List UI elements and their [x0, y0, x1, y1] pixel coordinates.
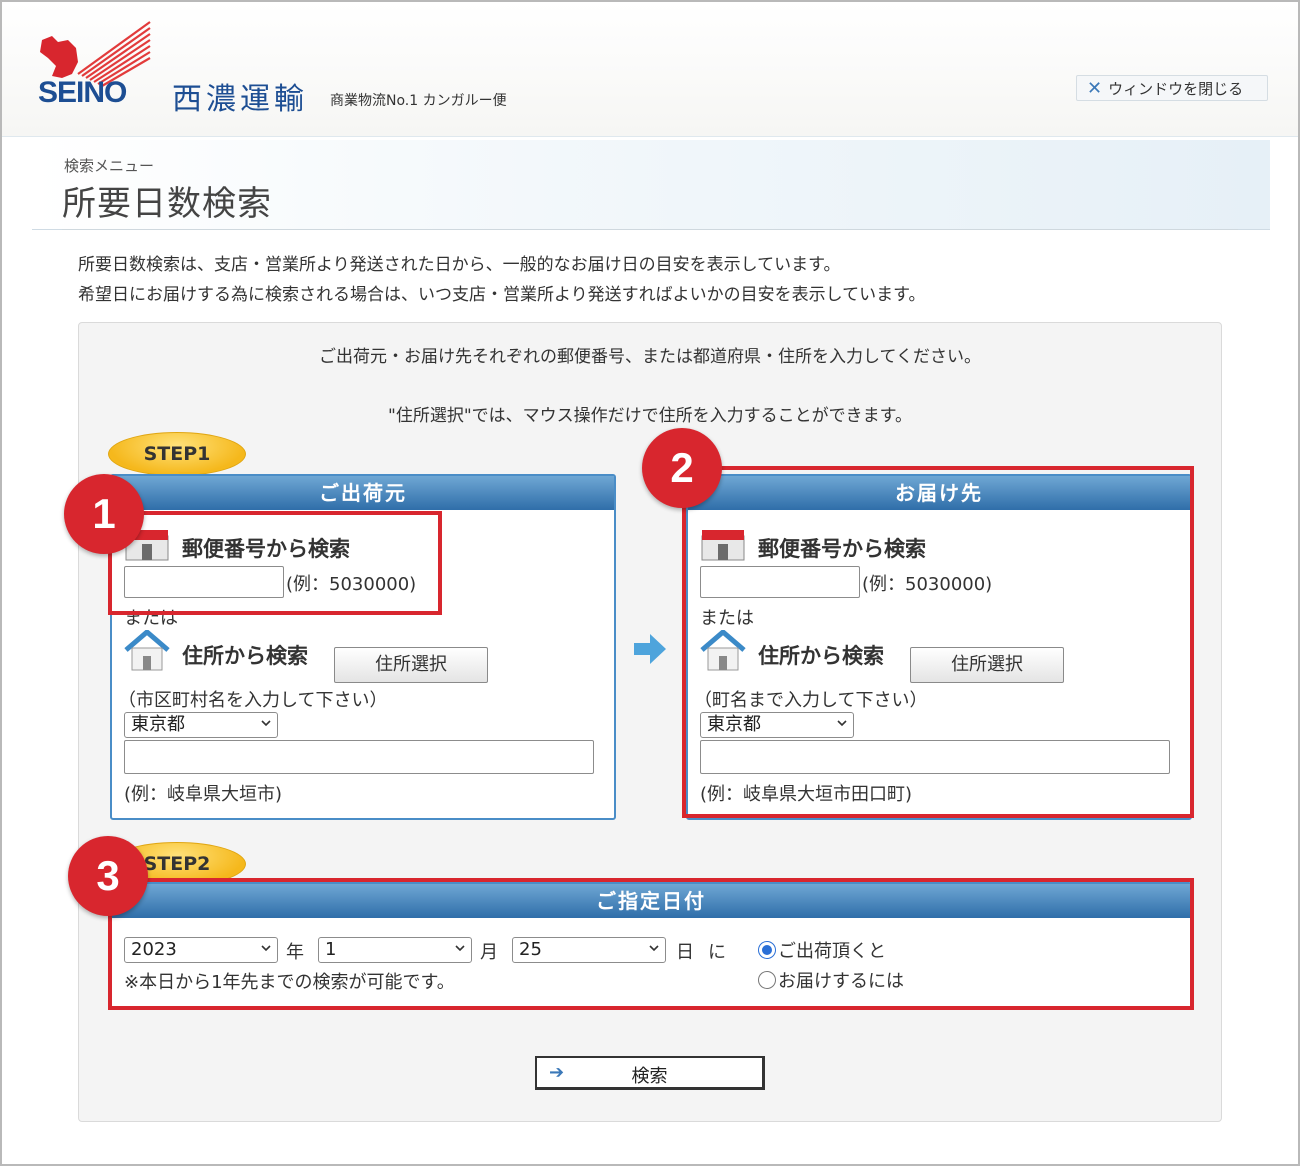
annotation-badge-2: 2: [642, 428, 722, 508]
company-name: 西濃運輸: [172, 82, 308, 117]
day-select[interactable]: 25: [512, 937, 666, 963]
post-office-icon: [701, 530, 745, 561]
month-select[interactable]: 1: [318, 937, 472, 963]
arrow-right-icon: [634, 634, 666, 664]
chevron-down-icon: [261, 945, 271, 952]
annotation-badge-1: 1: [64, 474, 144, 554]
radio-deliver-label: お届けするには: [778, 971, 904, 992]
logo-text: SEINO: [38, 76, 127, 109]
close-window-label: ウィンドウを閉じる: [1108, 79, 1244, 98]
origin-prefecture-value: 東京都: [131, 714, 185, 735]
search-button[interactable]: ➔ 検索: [535, 1056, 765, 1090]
destination-prefecture-select[interactable]: 東京都: [700, 712, 854, 738]
origin-address-title: 住所から検索: [182, 644, 308, 668]
year-value: 2023: [131, 939, 177, 960]
close-window-button[interactable]: ✕ ウィンドウを閉じる: [1076, 75, 1268, 101]
intro-text: 所要日数検索は、支店・営業所より発送された日から、一般的なお届け日の目安を表示し…: [78, 250, 925, 310]
origin-postal-title: 郵便番号から検索: [182, 537, 350, 561]
destination-postal-example: (例：5030000): [862, 574, 993, 595]
origin-address-input[interactable]: [124, 740, 594, 774]
destination-or-text: または: [700, 608, 754, 629]
origin-postal-example: (例：5030000): [286, 574, 417, 595]
origin-or-text: または: [124, 608, 178, 629]
step1-bubble: STEP1: [108, 432, 246, 476]
radio-deliver-dot[interactable]: [758, 971, 776, 989]
month-value: 1: [325, 939, 337, 960]
chevron-down-icon: [261, 720, 271, 727]
origin-address-select-button[interactable]: 住所選択: [334, 647, 488, 683]
destination-postal-input[interactable]: [700, 566, 860, 598]
year-select[interactable]: 2023: [124, 937, 278, 963]
destination-heading: お届け先: [688, 476, 1190, 510]
chevron-down-icon: [837, 720, 847, 727]
page-title: 所要日数検索: [62, 184, 272, 224]
title-divider: [62, 229, 1238, 230]
radio-ship-label: ご出荷頂くと: [778, 941, 886, 962]
destination-address-select-button[interactable]: 住所選択: [910, 647, 1064, 683]
breadcrumb[interactable]: 検索メニュー: [64, 155, 154, 176]
house-icon: [124, 630, 170, 671]
intro-line-2: 希望日にお届けする為に検索される場合は、いつ支店・営業所より発送すればよいかの目…: [78, 285, 926, 305]
annotation-badge-3: 3: [68, 836, 148, 916]
house-icon: [700, 630, 746, 671]
date-range-note: ※本日から1年先までの検索が可能です。: [124, 972, 455, 993]
tagline: 商業物流No.1 カンガルー便: [330, 93, 507, 109]
origin-address-hint: （市区町村名を入力して下さい）: [118, 690, 388, 711]
destination-address-input[interactable]: [700, 740, 1170, 774]
radio-ship-dot[interactable]: [758, 941, 776, 959]
origin-heading: ご出荷元: [112, 476, 614, 510]
destination-address-hint: （町名まで入力して下さい）: [694, 690, 928, 711]
origin-prefecture-select[interactable]: 東京都: [124, 712, 278, 738]
destination-prefecture-value: 東京都: [707, 714, 761, 735]
date-heading: ご指定日付: [112, 884, 1190, 918]
origin-postal-input[interactable]: [124, 566, 284, 598]
destination-address-title: 住所から検索: [758, 644, 884, 668]
origin-address-example: (例：岐阜県大垣市): [124, 784, 283, 805]
chevron-down-icon: [649, 945, 659, 952]
year-unit: 年: [286, 942, 304, 963]
intro-line-1: 所要日数検索は、支店・営業所より発送された日から、一般的なお届け日の目安を表示し…: [78, 255, 841, 275]
radio-ship[interactable]: ご出荷頂くと: [758, 937, 886, 963]
destination-postal-title: 郵便番号から検索: [758, 537, 926, 561]
month-unit: 月: [480, 942, 498, 963]
radio-deliver[interactable]: お届けするには: [758, 967, 904, 993]
close-icon: ✕: [1087, 77, 1103, 99]
day-value: 25: [519, 939, 542, 960]
chevron-down-icon: [455, 945, 465, 952]
date-particle: に: [708, 942, 726, 963]
destination-address-example: (例：岐阜県大垣市田口町): [700, 784, 913, 805]
day-unit: 日: [676, 942, 694, 963]
notice-line-1: ご出荷元・お届け先それぞれの郵便番号、または都道府県・住所を入力してください。: [319, 347, 981, 367]
search-button-label: 検索: [631, 1066, 668, 1087]
notice-line-2: "住所選択"では、マウス操作だけで住所を入力することができます。: [388, 406, 912, 426]
